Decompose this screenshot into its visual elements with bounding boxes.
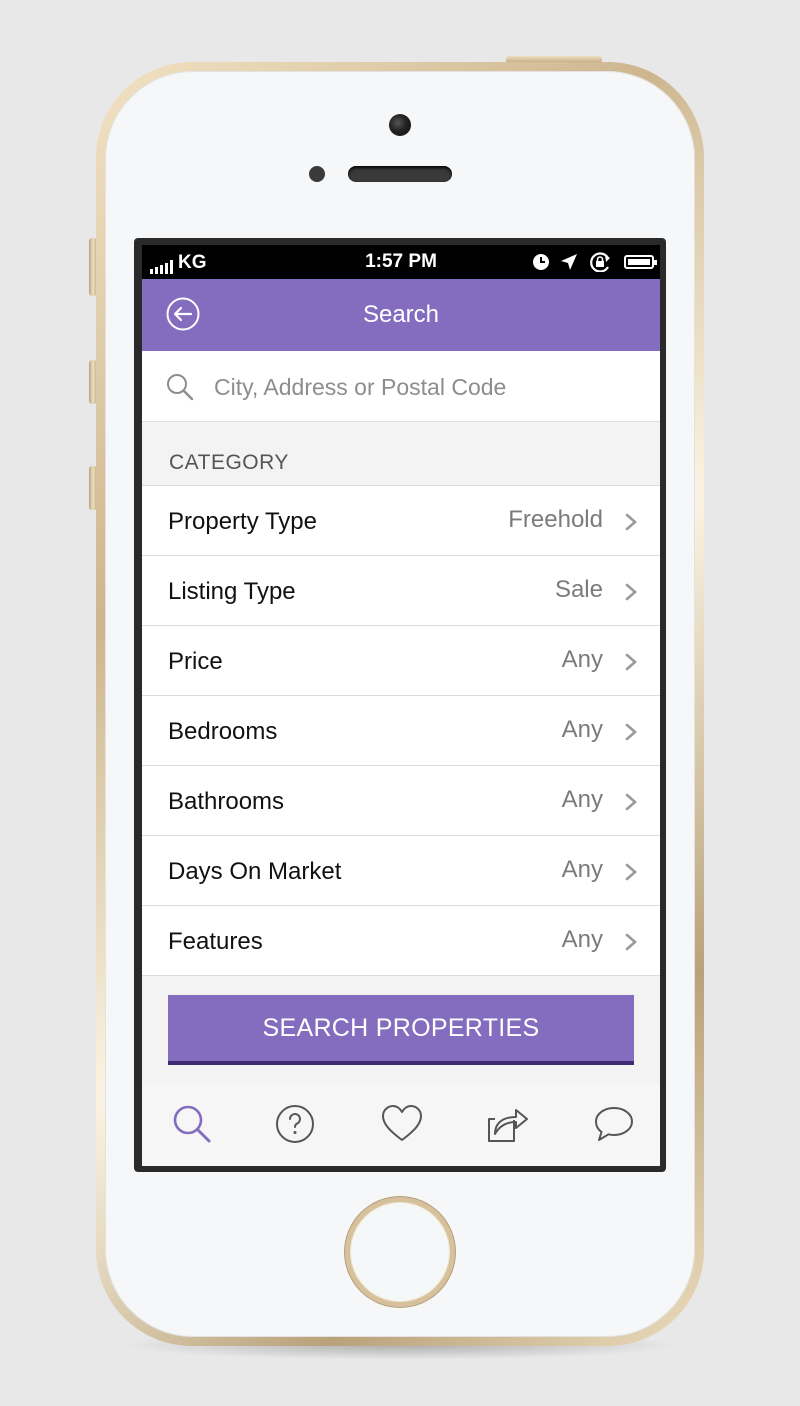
filter-label: Bathrooms xyxy=(168,788,285,815)
proximity-sensor xyxy=(309,166,325,182)
filter-row-bathrooms[interactable]: Bathrooms Any xyxy=(142,766,660,836)
chevron-right-icon xyxy=(625,863,637,881)
filter-label: Features xyxy=(168,928,263,955)
search-input[interactable] xyxy=(212,365,636,409)
alarm-clock-icon xyxy=(533,254,549,270)
chevron-right-icon xyxy=(625,513,637,531)
filter-row-features[interactable]: Features Any xyxy=(142,906,660,976)
filter-label: Price xyxy=(168,648,223,675)
tab-share[interactable] xyxy=(484,1100,532,1148)
status-bar: KG 1:57 PM xyxy=(142,245,660,279)
filter-label: Listing Type xyxy=(168,578,296,605)
filter-label: Days On Market xyxy=(168,858,342,885)
filter-row-bedrooms[interactable]: Bedrooms Any xyxy=(142,696,660,766)
search-bar xyxy=(142,351,660,422)
chevron-right-icon xyxy=(625,723,637,741)
action-area: SEARCH PROPERTIES xyxy=(142,976,660,1088)
home-button[interactable] xyxy=(345,1197,455,1307)
front-camera xyxy=(389,114,411,136)
tab-chat[interactable] xyxy=(590,1100,638,1148)
filter-value: Any xyxy=(561,646,603,673)
filter-value: Any xyxy=(561,926,603,953)
chevron-right-icon xyxy=(625,793,637,811)
heart-icon xyxy=(382,1105,422,1141)
filter-label: Bedrooms xyxy=(168,718,278,745)
filter-row-listing-type[interactable]: Listing Type Sale xyxy=(142,556,660,626)
chevron-right-icon xyxy=(625,653,637,671)
battery-icon xyxy=(624,255,657,269)
location-arrow-icon xyxy=(561,254,577,270)
rotation-lock-icon xyxy=(590,252,610,272)
filter-value: Any xyxy=(561,856,603,883)
chat-icon xyxy=(595,1107,633,1141)
search-icon xyxy=(173,1105,211,1143)
tab-favorites[interactable] xyxy=(378,1100,426,1148)
page-title: Search xyxy=(362,301,440,328)
search-properties-button[interactable]: SEARCH PROPERTIES xyxy=(168,995,634,1065)
chevron-right-icon xyxy=(625,933,637,951)
category-section-header: CATEGORY xyxy=(142,422,660,486)
earpiece-speaker xyxy=(348,166,452,182)
chevron-right-icon xyxy=(625,583,637,601)
nav-bar: Search xyxy=(142,279,660,351)
tab-search[interactable] xyxy=(168,1100,216,1148)
filter-label: Property Type xyxy=(168,508,317,535)
tab-help[interactable] xyxy=(271,1100,319,1148)
search-icon xyxy=(167,374,194,401)
filter-value: Any xyxy=(561,716,603,743)
tab-bar xyxy=(142,1084,660,1166)
filter-value: Sale xyxy=(554,576,603,603)
filter-row-days-on-market[interactable]: Days On Market Any xyxy=(142,836,660,906)
filter-value: Any xyxy=(561,786,603,813)
category-header-label: CATEGORY xyxy=(169,451,289,474)
share-icon xyxy=(488,1109,528,1142)
filter-row-property-type[interactable]: Property Type Freehold xyxy=(142,486,660,556)
help-icon xyxy=(276,1105,314,1143)
filter-value: Freehold xyxy=(508,506,603,533)
filter-row-price[interactable]: Price Any xyxy=(142,626,660,696)
app-screen: KG 1:57 PM Search City, Address or Posta… xyxy=(142,245,660,1166)
